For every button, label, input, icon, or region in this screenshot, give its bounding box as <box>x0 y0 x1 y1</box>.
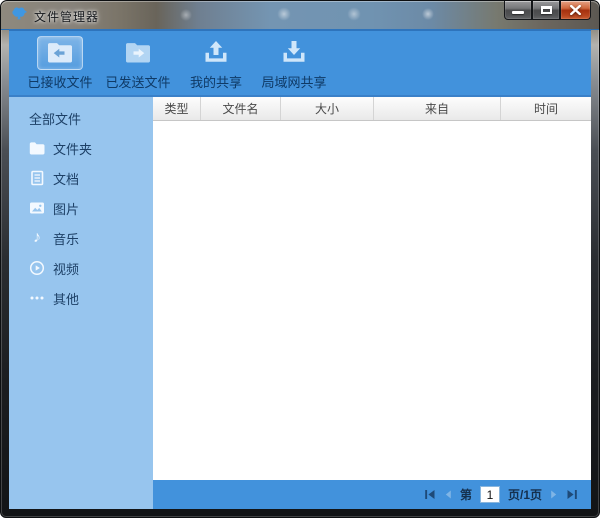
column-header-size[interactable]: 大小 <box>281 97 374 120</box>
file-list-panel: 类型 文件名 大小 来自 时间 <box>153 97 591 509</box>
download-icon <box>282 40 306 66</box>
toolbar: 已接收文件 已发送文件 我的共享 <box>9 29 591 97</box>
sidebar: 全部文件 文件夹 <box>9 97 153 509</box>
folder-arrow-right-icon <box>125 42 151 64</box>
page-suffix-label: 页/1页 <box>508 486 542 503</box>
last-page-button[interactable] <box>566 489 578 500</box>
minimize-button[interactable] <box>504 1 532 20</box>
maximize-icon <box>541 6 552 14</box>
sidebar-item-music[interactable]: ♪ 音乐 <box>9 223 153 253</box>
music-note-icon: ♪ <box>29 230 45 246</box>
pagination-bar: 第 页/1页 <box>153 480 591 509</box>
ellipsis-icon <box>29 290 45 306</box>
picture-icon <box>29 200 45 216</box>
upload-icon <box>204 40 228 66</box>
window-title: 文件管理器 <box>34 8 99 25</box>
prev-page-icon <box>444 489 452 500</box>
file-table-header: 类型 文件名 大小 来自 时间 <box>153 97 591 121</box>
close-icon <box>570 5 581 15</box>
toolbar-item-received-files[interactable]: 已接收文件 <box>21 36 99 95</box>
next-page-button[interactable] <box>550 489 558 500</box>
document-icon <box>29 170 45 186</box>
column-header-filename[interactable]: 文件名 <box>201 97 281 120</box>
sidebar-item-label: 文件夹 <box>53 139 92 158</box>
previous-page-button[interactable] <box>444 489 452 500</box>
file-list-empty-area <box>153 121 591 480</box>
toolbar-item-sent-files[interactable]: 已发送文件 <box>99 36 177 95</box>
sidebar-item-documents[interactable]: 文档 <box>9 163 153 193</box>
page-number-input[interactable] <box>480 486 500 503</box>
toolbar-item-label: 已发送文件 <box>105 72 170 91</box>
toolbar-item-label: 我的共享 <box>190 72 242 91</box>
first-page-button[interactable] <box>424 489 436 500</box>
sidebar-item-label: 其他 <box>53 289 79 308</box>
minimize-icon <box>512 11 524 14</box>
sidebar-item-label: 音乐 <box>53 229 79 248</box>
page-prefix-label: 第 <box>460 486 472 503</box>
toolbar-item-my-shares[interactable]: 我的共享 <box>177 36 255 95</box>
folder-arrow-left-icon <box>47 42 73 64</box>
sidebar-item-folders[interactable]: 文件夹 <box>9 133 153 163</box>
sidebar-item-label: 全部文件 <box>29 109 81 128</box>
caption-buttons <box>504 1 591 20</box>
sidebar-item-pictures[interactable]: 图片 <box>9 193 153 223</box>
sidebar-item-videos[interactable]: 视频 <box>9 253 153 283</box>
toolbar-item-lan-shares[interactable]: 局域网共享 <box>255 36 333 95</box>
last-page-icon <box>566 489 578 500</box>
title-bar: 文件管理器 <box>1 1 599 29</box>
close-button[interactable] <box>560 1 591 20</box>
sidebar-item-label: 文档 <box>53 169 79 188</box>
sidebar-item-others[interactable]: 其他 <box>9 283 153 313</box>
first-page-icon <box>424 489 436 500</box>
sidebar-item-all-files[interactable]: 全部文件 <box>9 103 153 133</box>
video-play-icon <box>29 260 45 276</box>
next-page-icon <box>550 489 558 500</box>
sidebar-item-label: 图片 <box>53 199 79 218</box>
column-header-time[interactable]: 时间 <box>501 97 591 120</box>
toolbar-item-label: 局域网共享 <box>261 72 326 91</box>
app-bird-icon[interactable] <box>11 6 28 26</box>
file-manager-window: 文件管理器 <box>0 0 600 518</box>
folder-icon <box>29 140 45 156</box>
column-header-from[interactable]: 来自 <box>374 97 501 120</box>
column-header-type[interactable]: 类型 <box>153 97 201 120</box>
maximize-button[interactable] <box>532 1 560 20</box>
client-area: 已接收文件 已发送文件 我的共享 <box>9 29 591 509</box>
sidebar-item-label: 视频 <box>53 259 79 278</box>
toolbar-item-label: 已接收文件 <box>27 72 92 91</box>
